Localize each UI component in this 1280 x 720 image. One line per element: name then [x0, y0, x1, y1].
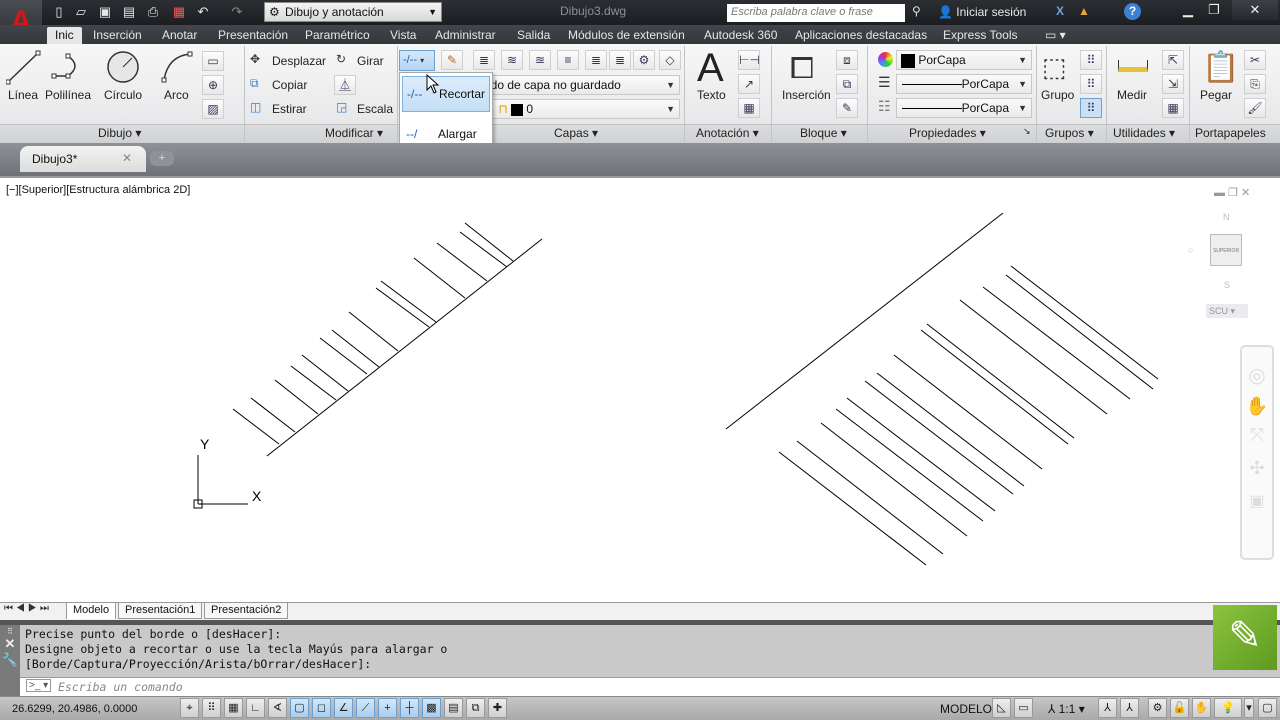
drawing-line[interactable]	[319, 337, 368, 375]
drawing-line[interactable]	[846, 397, 996, 512]
drawing-line[interactable]	[796, 440, 944, 555]
home-icon[interactable]: ○	[1188, 245, 1193, 255]
infer-constraints-toggle[interactable]: ⌖	[180, 698, 199, 718]
drawing-line[interactable]	[893, 354, 1043, 470]
viewcube-north[interactable]: N	[1223, 212, 1230, 222]
polar-toggle[interactable]: ∢	[268, 698, 287, 718]
drawing-line[interactable]	[1005, 274, 1154, 390]
osnap-toggle[interactable]: ▢	[290, 698, 309, 718]
snap-toggle[interactable]: ⠿	[202, 698, 221, 718]
command-history-line: Precise punto del borde o [desHacer]:	[25, 627, 282, 641]
drawing-line[interactable]	[348, 311, 399, 352]
drawing-line[interactable]	[290, 365, 337, 401]
drawing-line[interactable]	[926, 323, 1075, 439]
grip-icon[interactable]: ⠿	[0, 627, 20, 636]
isolate-objects-icon[interactable]: 💡	[1214, 698, 1242, 718]
layout-tab-presentacion1[interactable]: Presentación1	[118, 603, 203, 619]
status-menu-icon[interactable]: ▾	[1244, 698, 1254, 718]
command-history-line: [Borde/Captura/Proyección/Arista/bOrrar/…	[25, 657, 372, 671]
showmotion-icon[interactable]: ▣	[1242, 491, 1272, 511]
coordinates-readout: 26.6299, 20.4986, 0.0000	[12, 703, 138, 715]
annotation-monitor-toggle[interactable]: ✚	[488, 698, 507, 718]
clean-screen-icon[interactable]: ▢	[1258, 698, 1277, 718]
otrack-toggle[interactable]: ∠	[334, 698, 353, 718]
drawing-line[interactable]	[250, 397, 296, 433]
model-space-button[interactable]: MODELO	[940, 702, 992, 716]
ucs-y-label: Y	[200, 436, 210, 452]
drawing-line[interactable]	[820, 422, 968, 537]
drawing-line[interactable]	[982, 286, 1131, 400]
quick-properties-toggle[interactable]: ▤	[444, 698, 463, 718]
lineweight-toggle[interactable]: ┼	[400, 698, 419, 718]
orbit-icon[interactable]: ✣	[1242, 458, 1272, 479]
drawing-line[interactable]	[436, 242, 488, 282]
drawing-line[interactable]	[274, 379, 319, 415]
command-prompt-icon[interactable]: >_ ▾	[26, 679, 52, 692]
drawing-line[interactable]	[1010, 265, 1159, 380]
ucs-menu[interactable]: SCU ▾	[1206, 304, 1248, 318]
lock-icon[interactable]: 🔓	[1170, 698, 1189, 718]
drawing-line[interactable]	[725, 212, 1004, 430]
ortho-toggle[interactable]: ∟	[246, 698, 265, 718]
annotation-scale-select[interactable]: ⅄ 1:1 ▾	[1048, 702, 1085, 716]
recorder-logo-icon: ✎	[1213, 605, 1277, 670]
drawing-line[interactable]	[464, 222, 514, 262]
hardware-acceleration-icon[interactable]: ✋	[1192, 698, 1211, 718]
pan-icon[interactable]: ✋	[1242, 396, 1272, 417]
drawing-line[interactable]	[301, 354, 349, 392]
drawing-line[interactable]	[920, 329, 1069, 445]
quick-view-layouts-icon[interactable]: ◺	[992, 698, 1011, 718]
drawing-line[interactable]	[835, 408, 984, 522]
grid-toggle[interactable]: ▦	[224, 698, 243, 718]
drawing-line[interactable]	[876, 372, 1025, 487]
drawing-line[interactable]	[331, 329, 380, 368]
drawing-line[interactable]	[266, 238, 543, 457]
viewcube-south[interactable]: S	[1224, 280, 1230, 290]
viewport-window-controls[interactable]: ▬ ❐ ✕	[1214, 186, 1250, 199]
navigation-bar[interactable]: ◎ ✋ ⤧ ✣ ▣	[1240, 345, 1274, 560]
quick-view-drawings-icon[interactable]: ▭	[1014, 698, 1033, 718]
steering-wheel-icon[interactable]: ◎	[1242, 363, 1272, 388]
auto-scale-icon[interactable]: ⅄	[1120, 698, 1139, 718]
ducs-toggle[interactable]: ⟋	[356, 698, 375, 718]
layout-tab-modelo[interactable]: Modelo	[66, 603, 117, 619]
drawing-line[interactable]	[864, 380, 1014, 495]
close-icon[interactable]: ✕	[0, 636, 20, 652]
drawing-line[interactable]	[778, 451, 927, 566]
drawing-line[interactable]	[380, 280, 437, 323]
drawing-line[interactable]	[413, 257, 466, 299]
layout-tab-navigation[interactable]: ⏮◀▶⏭	[4, 603, 52, 614]
selection-cycling-toggle[interactable]: ⧉	[466, 698, 485, 718]
dyn-toggle[interactable]: +	[378, 698, 397, 718]
zoom-icon[interactable]: ⤧	[1242, 425, 1272, 446]
command-input[interactable]: Escriba un comando	[20, 677, 1280, 696]
drawing-line[interactable]	[375, 287, 430, 328]
ucs-x-label: X	[252, 488, 262, 504]
annotation-visibility-icon[interactable]: ⅄	[1098, 698, 1117, 718]
drawing-line[interactable]	[959, 299, 1108, 415]
command-history-line: Designe objeto a recortar o use la tecla…	[25, 642, 448, 656]
wrench-icon[interactable]: 🔧	[0, 652, 20, 668]
transparency-toggle[interactable]: ▩	[422, 698, 441, 718]
viewcube[interactable]: SUPERIOR	[1210, 234, 1242, 266]
layout-tab-presentacion2[interactable]: Presentación2	[204, 603, 289, 619]
command-line-handle[interactable]: ⠿ ✕ 🔧	[0, 625, 20, 696]
3d-osnap-toggle[interactable]: ◻	[312, 698, 331, 718]
workspace-gear-icon[interactable]: ⚙	[1148, 698, 1167, 718]
